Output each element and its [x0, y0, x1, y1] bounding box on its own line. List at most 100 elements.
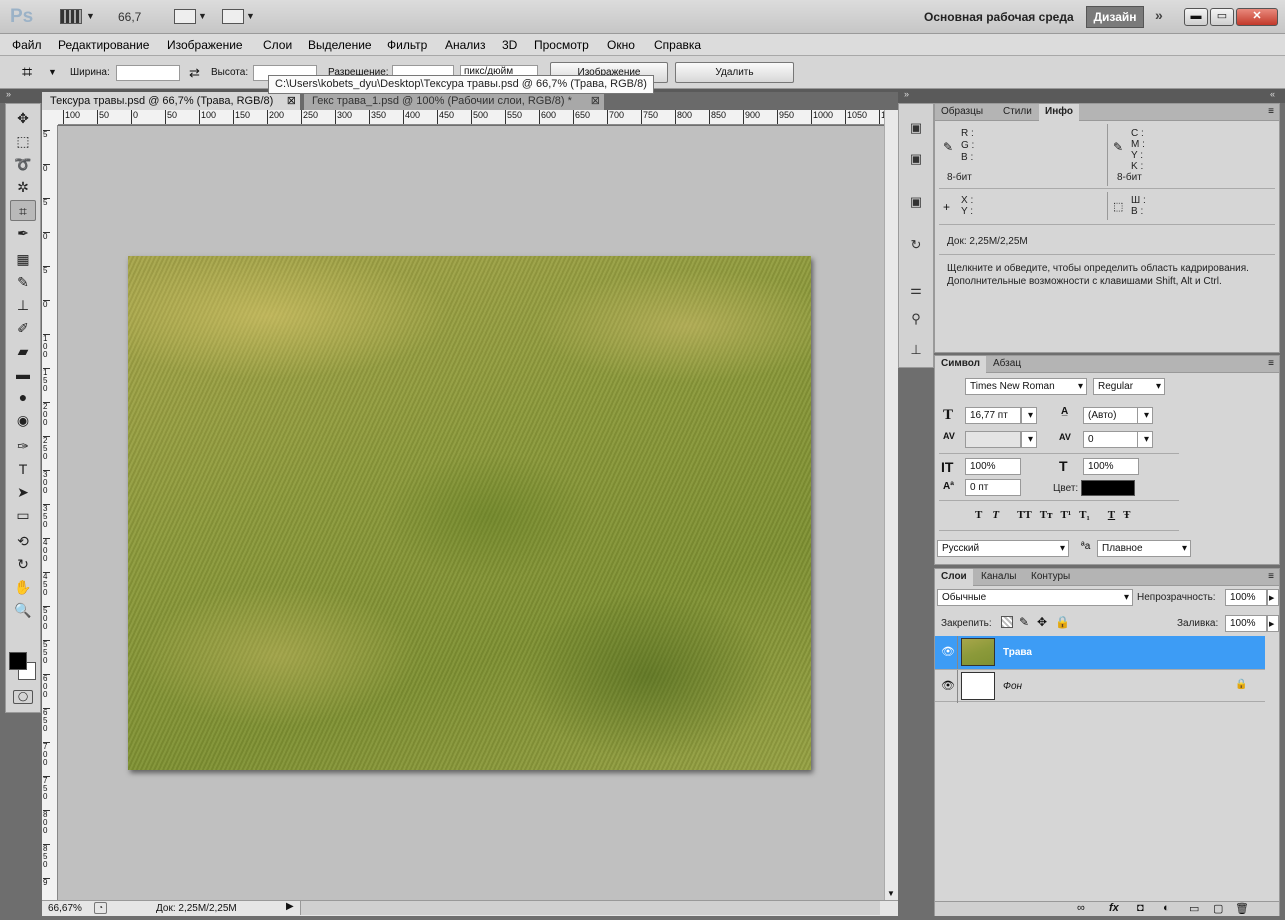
type-tool-icon[interactable]: T	[10, 459, 36, 480]
tab-info[interactable]: Инфо	[1039, 104, 1079, 121]
language-select[interactable]: Русский	[937, 540, 1069, 557]
quick-mask-icon[interactable]: ◯	[13, 690, 33, 704]
close-tab-icon[interactable]: ⊠	[287, 92, 296, 110]
menu-layer[interactable]: Слои	[263, 38, 292, 52]
menu-filter[interactable]: Фильтр	[387, 38, 427, 52]
adjustments-panel-icon[interactable]: ⚌	[906, 281, 926, 299]
width-input[interactable]	[116, 65, 180, 81]
foreground-color-swatch[interactable]	[9, 652, 27, 670]
lasso-tool-icon[interactable]: ➰	[10, 154, 36, 175]
lock-pixels-icon[interactable]: ✎	[1019, 615, 1029, 629]
swap-icon[interactable]: ⇄	[189, 65, 200, 81]
new-group-icon[interactable]: ▭	[1189, 902, 1199, 915]
magic-wand-tool-icon[interactable]: ✲	[10, 177, 36, 198]
path-selection-tool-icon[interactable]: ➤	[10, 482, 36, 503]
panel-menu-icon[interactable]: ≡	[1268, 106, 1274, 117]
horizontal-ruler[interactable]: 100 50 0 50 100 150 200 250 300 350 400 450 500 550 60…	[58, 110, 884, 125]
maximize-button[interactable]: ▭	[1210, 8, 1234, 26]
menu-analysis[interactable]: Анализ	[445, 38, 486, 52]
kerning-input[interactable]	[965, 431, 1021, 448]
small-caps-button[interactable]: Tт	[1040, 509, 1053, 521]
zoom-percentage[interactable]: 66,67%	[48, 903, 82, 914]
add-mask-icon[interactable]: ◘	[1137, 902, 1144, 914]
masks-panel-icon[interactable]: ⚲	[906, 310, 926, 328]
move-tool-icon[interactable]: ✥	[10, 108, 36, 129]
eyedropper-tool-icon[interactable]: ✒	[10, 223, 36, 244]
healing-tool-icon[interactable]: ▦	[10, 249, 36, 270]
dodge-tool-icon[interactable]: ◉	[10, 410, 36, 431]
eye-visibility-icon[interactable]: 👁	[941, 645, 955, 658]
leading-input[interactable]: (Авто)	[1083, 407, 1139, 424]
crop-tool-icon[interactable]: ⌗	[22, 62, 32, 83]
leading-dropdown[interactable]	[1137, 407, 1153, 424]
adjustment-layer-icon[interactable]: ◐	[1163, 902, 1170, 914]
vertical-scrollbar[interactable]: ▼	[884, 110, 898, 900]
new-layer-icon[interactable]: ▢	[1213, 902, 1223, 915]
history-panel-icon[interactable]: ▣	[906, 119, 926, 137]
layer-style-icon[interactable]: fx	[1109, 902, 1119, 914]
all-caps-button[interactable]: TT	[1017, 509, 1032, 521]
clear-button[interactable]: Удалить	[675, 62, 794, 83]
font-size-dropdown[interactable]	[1021, 407, 1037, 424]
expand-toolbox-icon[interactable]: »	[6, 89, 11, 99]
chevron-down-icon[interactable]: ▼	[198, 11, 207, 21]
menu-view[interactable]: Просмотр	[534, 38, 589, 52]
subscript-button[interactable]: T₁	[1079, 509, 1090, 521]
font-family-select[interactable]: Times New Roman	[965, 378, 1087, 395]
tracking-dropdown[interactable]	[1137, 431, 1153, 448]
tab-paths[interactable]: Контуры	[1025, 569, 1076, 586]
shape-tool-icon[interactable]: ▭	[10, 505, 36, 526]
blur-tool-icon[interactable]: ●	[10, 387, 36, 408]
scroll-down-icon[interactable]: ▼	[887, 889, 895, 898]
vertical-scale-input[interactable]: 100%	[965, 458, 1021, 475]
panel-menu-icon[interactable]: ≡	[1268, 571, 1274, 582]
kerning-dropdown[interactable]	[1021, 431, 1037, 448]
tab-character[interactable]: Символ	[935, 356, 986, 373]
close-window-button[interactable]: ✕	[1236, 8, 1278, 26]
fill-input[interactable]: 100%	[1225, 615, 1267, 632]
link-layers-icon[interactable]: ∞	[1077, 902, 1085, 914]
antialias-select[interactable]: Плавное	[1097, 540, 1191, 557]
menu-edit[interactable]: Редактирование	[58, 38, 149, 52]
brush-tool-icon[interactable]: ✎	[10, 272, 36, 293]
eraser-tool-icon[interactable]: ▰	[10, 341, 36, 362]
lock-all-icon[interactable]: 🔒	[1055, 615, 1070, 629]
fill-slider-arrow-icon[interactable]: ▶	[1267, 615, 1279, 632]
minimize-button[interactable]: ▬	[1184, 8, 1208, 26]
3d-panel-icon[interactable]: ⊥	[906, 341, 926, 359]
opacity-slider-arrow-icon[interactable]: ▶	[1267, 589, 1279, 606]
chevron-down-icon[interactable]: ▼	[86, 11, 95, 21]
baseline-shift-input[interactable]: 0 пт	[965, 479, 1021, 496]
blend-mode-select[interactable]: Обычные	[937, 589, 1133, 606]
opacity-input[interactable]: 100%	[1225, 589, 1267, 606]
lock-transparency-icon[interactable]	[1001, 616, 1013, 628]
tab-channels[interactable]: Каналы	[975, 569, 1023, 586]
lock-position-icon[interactable]: ✥	[1037, 615, 1047, 629]
faux-italic-button[interactable]: T	[992, 509, 999, 521]
menu-file[interactable]: Файл	[12, 38, 42, 52]
document-tab-inactive[interactable]: Гекс трава_1.psd @ 100% (Рабочии слои, R…	[304, 92, 604, 111]
arrange-documents-icon[interactable]	[174, 9, 196, 24]
vertical-ruler[interactable]: 5 0 5 0 5 0 1 0 0 1 5 0 2 0 0 2 5 0 3 0 0 3 5 0 4 0 …	[42, 110, 58, 900]
faux-bold-button[interactable]: T	[975, 509, 982, 521]
layer-name[interactable]: Фон	[1003, 681, 1022, 692]
menu-select[interactable]: Выделение	[308, 38, 372, 52]
layer-name[interactable]: Трава	[1003, 647, 1032, 658]
document-tab-active[interactable]: Тексура травы.psd @ 66,7% (Трава, RGB/8)…	[42, 92, 300, 111]
stamp-tool-icon[interactable]: ⊥	[10, 295, 36, 316]
strikethrough-button[interactable]: Ŧ	[1123, 509, 1130, 521]
menu-help[interactable]: Справка	[654, 38, 701, 52]
tab-layers[interactable]: Слои	[935, 569, 973, 586]
menu-3d[interactable]: 3D	[502, 38, 517, 52]
history-brush-tool-icon[interactable]: ✐	[10, 318, 36, 339]
crop-tool-icon[interactable]: ⌗	[10, 200, 36, 221]
tab-swatches[interactable]: Образцы	[935, 104, 989, 121]
grass-texture-image[interactable]	[128, 256, 811, 770]
eye-visibility-icon[interactable]: 👁	[941, 679, 955, 692]
tab-styles[interactable]: Стили	[997, 104, 1038, 121]
font-size-input[interactable]: 16,77 пт	[965, 407, 1021, 424]
close-tab-icon[interactable]: ⊠	[591, 92, 600, 110]
tab-paragraph[interactable]: Абзац	[987, 356, 1027, 373]
menu-window[interactable]: Окно	[607, 38, 635, 52]
document-info-icon[interactable]: ◔	[94, 902, 107, 914]
